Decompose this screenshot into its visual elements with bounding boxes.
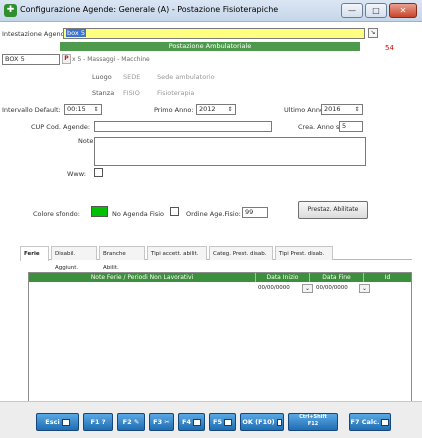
tab-tipi-accett-abilit[interactable]: Tipi accett. abilit.: [147, 246, 207, 260]
esci-label: Esci: [45, 418, 60, 426]
no-agenda-label: No Agenda Fisio: [112, 210, 165, 218]
main-area: Intestazione Agenda: box 5 ↘ Postazione …: [0, 22, 422, 438]
shift-bottom-label: F12: [307, 421, 319, 427]
intestazione-input[interactable]: box 5: [63, 28, 365, 39]
primo-anno-value: 2012: [199, 105, 216, 113]
f4-button[interactable]: F4: [178, 413, 205, 431]
exit-icon: [61, 418, 70, 426]
tab-disabil-aggiunt[interactable]: Disabil. Aggiunt.: [51, 246, 97, 271]
intervallo-value: 00:15: [67, 105, 86, 113]
f7-calc-button[interactable]: F7 Calc.: [349, 413, 391, 431]
f5-label: F5: [213, 418, 222, 426]
spin-icon[interactable]: ⇕: [92, 105, 100, 114]
ctrl-shift-f12-button[interactable]: Ctrl+Shift F12: [288, 413, 338, 431]
luogo-code: SEDE: [123, 73, 141, 81]
minimize-button[interactable]: —: [341, 3, 363, 18]
ok-button[interactable]: OK (F10): [240, 413, 284, 431]
lookup-icon[interactable]: ↘: [368, 28, 378, 38]
p-button[interactable]: P: [62, 54, 71, 64]
chevron-down-icon[interactable]: ⌄: [302, 284, 313, 293]
edit-icon: ✎: [133, 418, 140, 426]
ultimo-anno-select[interactable]: 2016 ⇕: [321, 104, 363, 115]
f2-button[interactable]: F2 ✎: [117, 413, 145, 431]
tab-tipi-prest-disab[interactable]: Tipi Prest. disab.: [275, 246, 333, 260]
column-header-data-inizio: Data Inizio: [256, 273, 310, 282]
intestazione-label: Intestazione Agenda:: [2, 30, 71, 38]
luogo-label: Luogo: [92, 73, 112, 81]
esci-button[interactable]: Esci: [36, 413, 79, 431]
note-textarea[interactable]: [94, 137, 366, 166]
note-label: Note:: [78, 137, 96, 145]
window-icon: [223, 418, 232, 426]
tab-bar: Ferie Disabil. Aggiunt. Branche Abilit. …: [20, 246, 412, 271]
ultimo-anno-label: Ultimo Anno:: [284, 106, 327, 114]
colore-swatch[interactable]: [91, 206, 108, 217]
stanza-label: Stanza: [92, 89, 115, 97]
f2-label: F2: [122, 418, 132, 426]
box-description: x 5 - Massaggi - Macchine: [72, 56, 150, 63]
postazione-header: Postazione Ambulatoriale: [60, 42, 360, 51]
f3-label: F3: [153, 418, 163, 426]
luogo-description: Sede ambulatorio: [157, 73, 215, 81]
ordine-input[interactable]: 99: [242, 207, 268, 218]
footer-toolbar: Esci F1 ? F2 ✎ F3 ✂ F4 F5 OK (F10) Ctrl+…: [0, 401, 422, 438]
ferie-table: Note Ferie / Periodi Non Lavorativi Data…: [28, 272, 412, 416]
column-header-data-fine: Data Fine: [310, 273, 364, 282]
intervallo-label: Intervallo Default:: [2, 106, 61, 114]
intestazione-value: box 5: [66, 29, 86, 37]
f1-help-button[interactable]: F1 ?: [83, 413, 113, 431]
tab-branche-abilit[interactable]: Branche Abilit.: [99, 246, 145, 271]
f7-label: F7 Calc.: [350, 418, 380, 426]
f3-button[interactable]: F3 ✂: [149, 413, 174, 431]
stanza-code: FISIO: [123, 89, 140, 97]
f5-button[interactable]: F5: [209, 413, 236, 431]
www-label: Www:: [67, 170, 86, 178]
intervallo-spinner[interactable]: 00:15 ⇕: [64, 104, 102, 115]
data-inizio-cell[interactable]: 00/00/0000: [258, 284, 290, 293]
title-bar: ✚ Configurazione Agende: Generale (A) - …: [0, 0, 422, 22]
column-header-note: Note Ferie / Periodi Non Lavorativi: [29, 273, 256, 282]
save-icon: [276, 418, 282, 426]
calculator-icon: [381, 418, 390, 426]
colore-label: Colore sfondo:: [33, 210, 80, 218]
no-agenda-checkbox[interactable]: [170, 207, 179, 216]
f4-label: F4: [182, 418, 191, 426]
ultimo-anno-value: 2016: [324, 105, 341, 113]
window-title: Configurazione Agende: Generale (A) - Po…: [20, 5, 279, 14]
window-icon: [192, 418, 201, 426]
tab-ferie[interactable]: Ferie: [20, 246, 49, 261]
spin-icon[interactable]: ⇕: [353, 105, 361, 114]
box-input[interactable]: BOX 5: [2, 54, 60, 65]
close-button[interactable]: ✕: [389, 3, 417, 18]
cup-label: CUP Cod. Agende:: [31, 123, 91, 131]
spin-icon[interactable]: ⇕: [226, 105, 234, 114]
ordine-label: Ordine Age.Fisio:: [186, 210, 241, 218]
record-number: 54: [385, 44, 394, 52]
data-fine-cell[interactable]: 00/00/0000: [316, 284, 348, 293]
ok-label: OK (F10): [242, 418, 275, 426]
primo-anno-select[interactable]: 2012 ⇕: [196, 104, 236, 115]
primo-anno-label: Primo Anno:: [154, 106, 194, 114]
column-header-id: Id: [384, 274, 391, 281]
prestaz-abilitate-button[interactable]: Prestaz. Abilitate: [298, 201, 368, 219]
tab-categ-prest-disab[interactable]: Categ. Prest. disab.: [209, 246, 273, 260]
delete-icon: ✂: [164, 418, 170, 426]
stanza-description: Fisioterapia: [157, 89, 195, 97]
table-header: Note Ferie / Periodi Non Lavorativi Data…: [29, 273, 411, 282]
cup-input[interactable]: [94, 121, 272, 132]
maximize-button[interactable]: □: [365, 3, 387, 18]
app-icon: ✚: [4, 4, 17, 17]
chevron-down-icon[interactable]: ⌄: [359, 284, 370, 293]
www-checkbox[interactable]: [94, 168, 103, 177]
shift-top-label: Ctrl+Shift: [299, 414, 327, 420]
crea-anno-input[interactable]: 5: [339, 121, 363, 132]
